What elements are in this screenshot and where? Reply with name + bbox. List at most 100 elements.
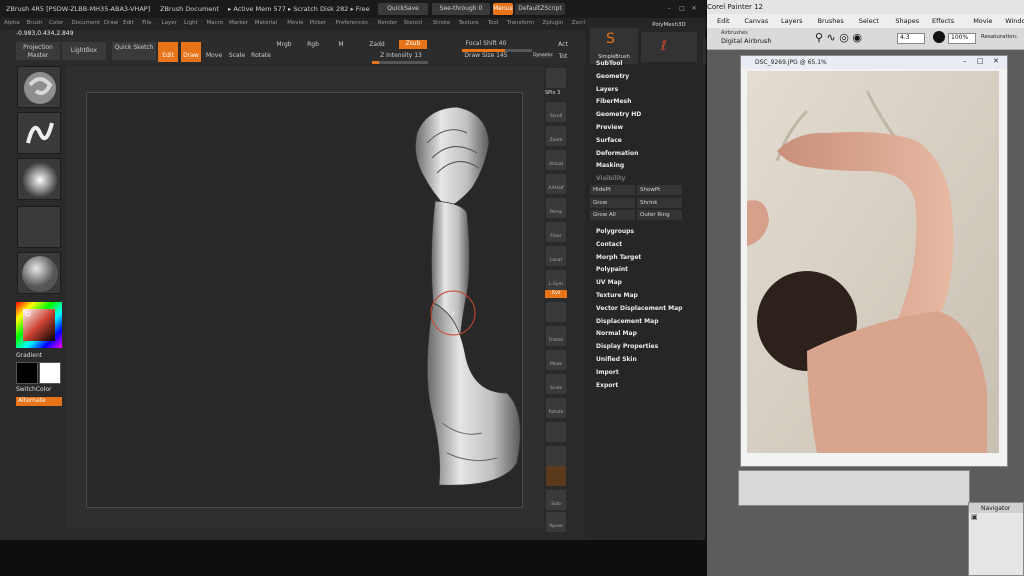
switch-color-button[interactable]: SwitchColor bbox=[16, 386, 52, 393]
polymesh-thumbnail[interactable]: ℓ bbox=[641, 32, 697, 62]
gradient-label[interactable]: Gradient bbox=[16, 352, 42, 359]
menus-button[interactable]: Menus bbox=[493, 3, 513, 15]
draw-mode-button[interactable]: Draw bbox=[181, 42, 201, 62]
visibility-grow-all-button[interactable]: Grow All bbox=[590, 210, 635, 220]
color-picker[interactable] bbox=[16, 302, 62, 348]
doc-close-icon[interactable]: ✕ bbox=[993, 57, 999, 65]
doc-minimize-icon[interactable]: – bbox=[963, 57, 967, 65]
floor-icon[interactable]: Floor bbox=[546, 222, 566, 242]
palette-subtool[interactable]: SubTool bbox=[596, 60, 622, 67]
palette-export[interactable]: Export bbox=[596, 382, 618, 389]
palette-display-properties[interactable]: Display Properties bbox=[596, 343, 658, 350]
painter-menu-effects[interactable]: Effects bbox=[932, 17, 954, 25]
draw-size-label[interactable]: Draw Size 145 bbox=[463, 52, 509, 59]
frame-icon[interactable]: Frame bbox=[546, 326, 566, 346]
painter-menu-select[interactable]: Select bbox=[859, 17, 879, 25]
aahalf-icon[interactable]: AAHalf bbox=[546, 174, 566, 194]
polyframe-icon[interactable] bbox=[546, 422, 566, 442]
lightbox-button[interactable]: LightBox bbox=[62, 42, 106, 60]
main-color-swatch[interactable] bbox=[16, 362, 38, 384]
brush-category-label[interactable]: Airbrushes bbox=[721, 30, 748, 36]
menu-material[interactable]: Material bbox=[255, 20, 277, 26]
rotate-icon[interactable]: Rotate bbox=[546, 398, 566, 418]
palette-polygroups[interactable]: Polygroups bbox=[596, 228, 634, 235]
zadd-button[interactable]: Zadd bbox=[368, 41, 386, 48]
quicksave-button[interactable]: QuickSave bbox=[378, 3, 428, 15]
reference-photo[interactable] bbox=[747, 71, 999, 453]
menu-preferences[interactable]: Preferences bbox=[336, 20, 368, 26]
menu-alpha[interactable]: Alpha bbox=[4, 20, 20, 26]
mrgb-button[interactable]: Mrgb bbox=[276, 41, 292, 48]
texture-thumbnail[interactable] bbox=[17, 206, 61, 248]
menu-brush[interactable]: Brush bbox=[27, 20, 43, 26]
menu-texture[interactable]: Texture bbox=[459, 20, 479, 26]
menu-draw[interactable]: Draw bbox=[104, 20, 118, 26]
material-thumbnail[interactable] bbox=[17, 252, 61, 294]
zsub-button[interactable]: Zsub bbox=[399, 40, 427, 49]
visibility-grow-button[interactable]: Grow bbox=[590, 198, 635, 208]
z-intensity-slider-label[interactable]: Z Intensity 13 bbox=[376, 52, 426, 59]
transp-icon[interactable] bbox=[546, 446, 566, 466]
move-icon[interactable]: Move bbox=[546, 350, 566, 370]
menu-transform[interactable]: Transform bbox=[507, 20, 534, 26]
palette-unified-skin[interactable]: Unified Skin bbox=[596, 356, 637, 363]
painter-menu-movie[interactable]: Movie bbox=[973, 17, 992, 25]
doc-maximize-icon[interactable]: □ bbox=[977, 57, 984, 65]
menu-color[interactable]: Color bbox=[49, 20, 63, 26]
palette-deformation[interactable]: Deformation bbox=[596, 150, 638, 157]
palette-texture-map[interactable]: Texture Map bbox=[596, 292, 638, 299]
persp-icon[interactable]: Persp bbox=[546, 198, 566, 218]
visibility-shrink-button[interactable]: Shrink bbox=[637, 198, 682, 208]
palette-polypaint[interactable]: Polypaint bbox=[596, 266, 628, 273]
stroke-thumbnail[interactable] bbox=[17, 112, 61, 154]
palette-surface[interactable]: Surface bbox=[596, 137, 622, 144]
alpha-thumbnail[interactable] bbox=[17, 158, 61, 200]
menu-zplugin[interactable]: Zplugin bbox=[543, 20, 564, 26]
palette-geometry-hd[interactable]: Geometry HD bbox=[596, 111, 641, 118]
focal-shift-label[interactable]: Focal Shift 40 bbox=[463, 40, 509, 47]
painter-menu-canvas[interactable]: Canvas bbox=[744, 17, 768, 25]
menu-document[interactable]: Document bbox=[72, 20, 101, 26]
brush-variant-label[interactable]: Digital Airbrush bbox=[721, 37, 772, 45]
lsym-icon[interactable]: L.Sym bbox=[546, 270, 566, 290]
see-through-slider[interactable]: See-through 0 bbox=[432, 3, 490, 15]
menu-light[interactable]: Light bbox=[184, 20, 198, 26]
palette-masking[interactable]: Masking bbox=[596, 162, 624, 169]
palette-import[interactable]: Import bbox=[596, 369, 619, 376]
m-button[interactable]: M bbox=[336, 41, 346, 48]
menu-layer[interactable]: Layer bbox=[162, 20, 177, 26]
palette-vector-displacement-map[interactable]: Vector Displacement Map bbox=[596, 305, 682, 312]
painter-menu-window[interactable]: Window bbox=[1005, 17, 1024, 25]
simplebrush-thumbnail[interactable]: S SimpleBrush bbox=[590, 28, 638, 64]
palette-layers[interactable]: Layers bbox=[596, 86, 618, 93]
palette-displacement-map[interactable]: Displacement Map bbox=[596, 318, 659, 325]
palette-uv-map[interactable]: UV Map bbox=[596, 279, 622, 286]
xpose-icon[interactable]: Xpose bbox=[546, 512, 566, 532]
solo-icon[interactable]: Solo bbox=[546, 490, 566, 510]
arm-sculpt[interactable] bbox=[87, 93, 524, 509]
menu-picker[interactable]: Picker bbox=[310, 20, 326, 26]
alternate-button[interactable]: Alternate bbox=[16, 397, 62, 406]
palette-normal-map[interactable]: Normal Map bbox=[596, 330, 637, 337]
menu-macro[interactable]: Macro bbox=[207, 20, 224, 26]
visibility-showpt-button[interactable]: ShowPt bbox=[637, 185, 682, 195]
z-intensity-slider[interactable] bbox=[372, 61, 428, 64]
quick-sketch-button[interactable]: Quick Sketch bbox=[112, 42, 156, 60]
palette-visibility[interactable]: Visibility bbox=[596, 175, 625, 182]
default-script-button[interactable]: DefaultZScript bbox=[515, 3, 565, 15]
dynamic-button[interactable]: Dynamic bbox=[533, 53, 553, 58]
rotate-mode-button[interactable]: Rotate bbox=[250, 42, 272, 62]
palette-contact[interactable]: Contact bbox=[596, 241, 622, 248]
painter-menu-layers[interactable]: Layers bbox=[781, 17, 803, 25]
projection-master-button[interactable]: Projection Master bbox=[16, 42, 60, 60]
size-field[interactable]: 4.3 bbox=[897, 33, 925, 44]
palette-fibermesh[interactable]: FiberMesh bbox=[596, 98, 631, 105]
document-canvas[interactable] bbox=[86, 92, 523, 508]
xyz-button[interactable]: Xyz bbox=[545, 290, 567, 298]
menu-tool[interactable]: Tool bbox=[488, 20, 499, 26]
visibility-outer-ring-button[interactable]: Outer Ring bbox=[637, 210, 682, 220]
brush-thumbnail[interactable] bbox=[17, 66, 61, 108]
menu-stroke[interactable]: Stroke bbox=[433, 20, 451, 26]
scale-icon[interactable]: Scale bbox=[546, 374, 566, 394]
move-mode-button[interactable]: Move bbox=[204, 42, 224, 62]
